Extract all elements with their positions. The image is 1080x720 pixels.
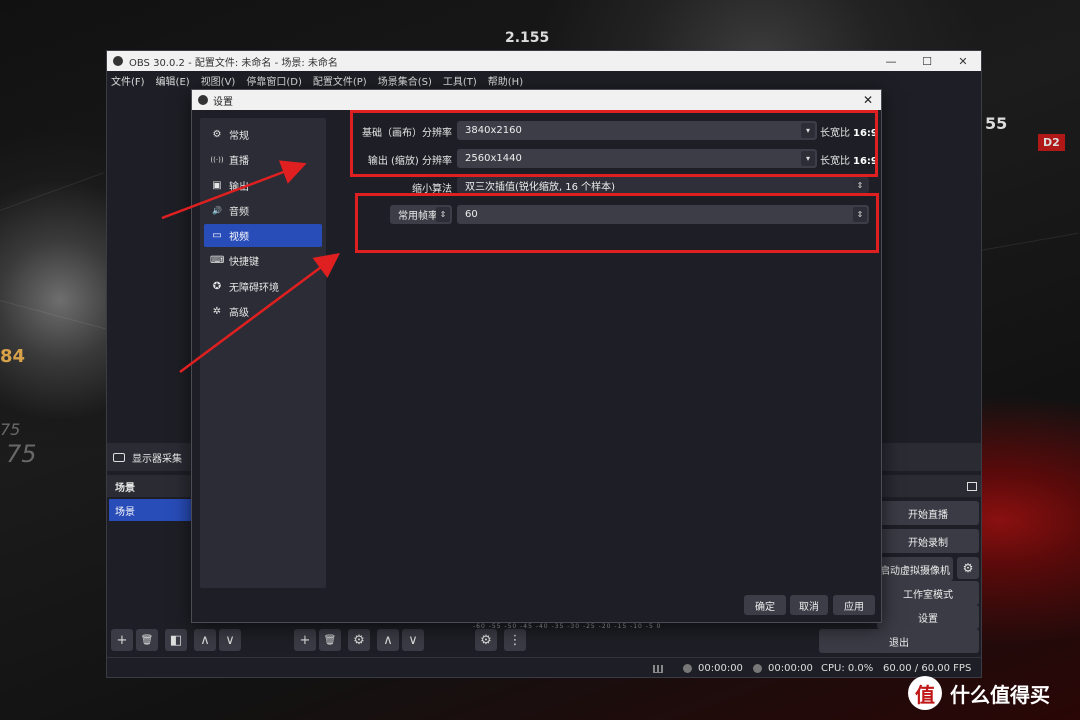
annotation-resolution-box [350,110,878,177]
smzdm-logo-icon: 值 [908,676,942,710]
annotation-fps-box [355,193,879,253]
settings-title: 设置 [213,96,233,108]
cancel-button[interactable]: 取消 [790,595,828,615]
start-virtual-camera-button[interactable]: 启动虚拟摄像机 [877,557,953,581]
gear-icon: ⚙ [212,129,222,140]
scene-move-up-button[interactable]: ∧ [194,629,216,651]
remove-scene-button[interactable]: 🗑 [136,629,158,651]
nav-general[interactable]: ⚙ 常规 [204,123,322,146]
undock-icon[interactable] [967,481,977,491]
remove-source-button[interactable]: 🗑 [319,629,341,651]
menu-help[interactable]: 帮助(H) [488,73,523,88]
fps-readout: 60.00 / 60.00 FPS [883,663,972,674]
close-icon[interactable]: ✕ [863,93,873,107]
source-label[interactable]: 显示器采集 [132,450,182,465]
mixer-menu-button[interactable]: ⋮ [504,629,526,651]
start-recording-button[interactable]: 开始录制 [877,529,979,553]
nav-label: 快捷键 [229,257,259,268]
add-scene-button[interactable]: + [111,629,133,651]
output-icon: ▣ [212,180,222,191]
menu-edit[interactable]: 编辑(E) [156,73,190,88]
bg-badge: D2 [1038,134,1065,151]
menu-profile[interactable]: 配置文件(P) [313,73,367,88]
monitor-icon: ▭ [212,230,222,241]
nav-hotkeys[interactable]: ⌨ 快捷键 [204,249,322,272]
nav-video[interactable]: ▭ 视频 [204,224,322,247]
obs-titlebar: OBS 30.0.2 - 配置文件: 未命名 - 场景: 未命名 — ☐ ✕ [107,51,981,71]
monitor-icon [113,452,125,462]
settings-nav: ⚙ 常规 ((·)) 直播 ▣ 输出 🔊 音频 ▭ 视频 ⌨ 快捷键 ✪ 无障碍… [200,118,326,588]
accessibility-icon: ✪ [212,281,222,292]
scene-filters-button[interactable]: ◧ [165,629,187,651]
bg-number-top: 2.155 [505,30,550,46]
menu-file[interactable]: 文件(F) [111,73,145,88]
nav-label: 输出 [229,182,249,193]
chevron-updown-icon: ⇕ [853,179,867,191]
scenes-header-label: 场景 [115,482,135,494]
signal-icon [653,664,663,673]
scene-list-item[interactable]: 场景 [109,499,193,521]
source-properties-button[interactable]: ⚙ [348,629,370,651]
bg-number-left: 84 [0,346,26,367]
settings-button[interactable]: 设置 [877,605,979,629]
nav-label: 直播 [229,156,249,167]
nav-stream[interactable]: ((·)) 直播 [204,148,322,171]
studio-mode-button[interactable]: 工作室模式 [877,581,979,605]
settings-titlebar: 设置 ✕ [192,90,881,110]
bg-number-right: 55 [985,114,1008,133]
downscale-filter-combo[interactable]: 双三次插值(锐化缩放, 16 个样本) ⇕ [457,177,869,193]
add-source-button[interactable]: + [294,629,316,651]
record-indicator-icon [753,664,762,673]
watermark: 值 什么值得买 [908,676,1050,710]
status-bar: 00:00:00 00:00:00 CPU: 0.0% 60.00 / 60.0… [107,657,981,677]
live-time: 00:00:00 [698,663,743,674]
menu-bar: 文件(F) 编辑(E) 视图(V) 停靠窗口(D) 配置文件(P) 场景集合(S… [107,71,981,89]
exit-button[interactable]: 退出 [819,629,979,653]
bg-number-left-2: 75 [0,420,21,439]
broadcast-icon: ((·)) [210,155,224,164]
scene-move-down-button[interactable]: ∨ [219,629,241,651]
close-window-button[interactable]: ✕ [945,55,981,68]
minimize-button[interactable]: — [873,55,909,68]
nav-audio[interactable]: 🔊 音频 [204,199,322,222]
ok-button[interactable]: 确定 [744,595,786,615]
nav-label: 无障碍环境 [229,283,279,294]
record-time: 00:00:00 [768,663,813,674]
nav-label: 视频 [229,232,249,243]
virtual-camera-gear-icon[interactable]: ⚙ [957,557,979,579]
obs-window-title: OBS 30.0.2 - 配置文件: 未命名 - 场景: 未命名 [129,57,338,69]
obs-logo-icon [198,95,208,105]
bg-number-left-3: 75 [6,440,37,468]
apply-button[interactable]: 应用 [833,595,875,615]
menu-view[interactable]: 视图(V) [201,73,236,88]
start-streaming-button[interactable]: 开始直播 [877,501,979,525]
nav-label: 高级 [229,308,249,319]
source-move-up-button[interactable]: ∧ [377,629,399,651]
downscale-filter-value: 双三次插值(锐化缩放, 16 个样本) [465,181,616,193]
watermark-text: 什么值得买 [950,682,1050,707]
menu-tools[interactable]: 工具(T) [443,73,477,88]
cpu-usage: CPU: 0.0% [821,663,874,674]
nav-output[interactable]: ▣ 输出 [204,174,322,197]
obs-logo-icon [113,56,123,66]
mixer-settings-button[interactable]: ⚙ [475,629,497,651]
menu-docks[interactable]: 停靠窗口(D) [246,73,302,88]
tools-icon: ✲ [212,306,222,317]
live-indicator-icon [683,664,692,673]
mixer-scale: -60 -55 -50 -45 -40 -35 -30 -25 -20 -15 … [473,623,662,630]
nav-advanced[interactable]: ✲ 高级 [204,300,322,323]
maximize-button[interactable]: ☐ [909,55,945,68]
nav-label: 常规 [229,131,249,142]
speaker-icon: 🔊 [212,206,222,215]
menu-scene-collection[interactable]: 场景集合(S) [378,73,432,88]
nav-label: 音频 [229,207,249,218]
nav-accessibility[interactable]: ✪ 无障碍环境 [204,275,322,298]
keyboard-icon: ⌨ [210,255,225,266]
source-move-down-button[interactable]: ∨ [402,629,424,651]
